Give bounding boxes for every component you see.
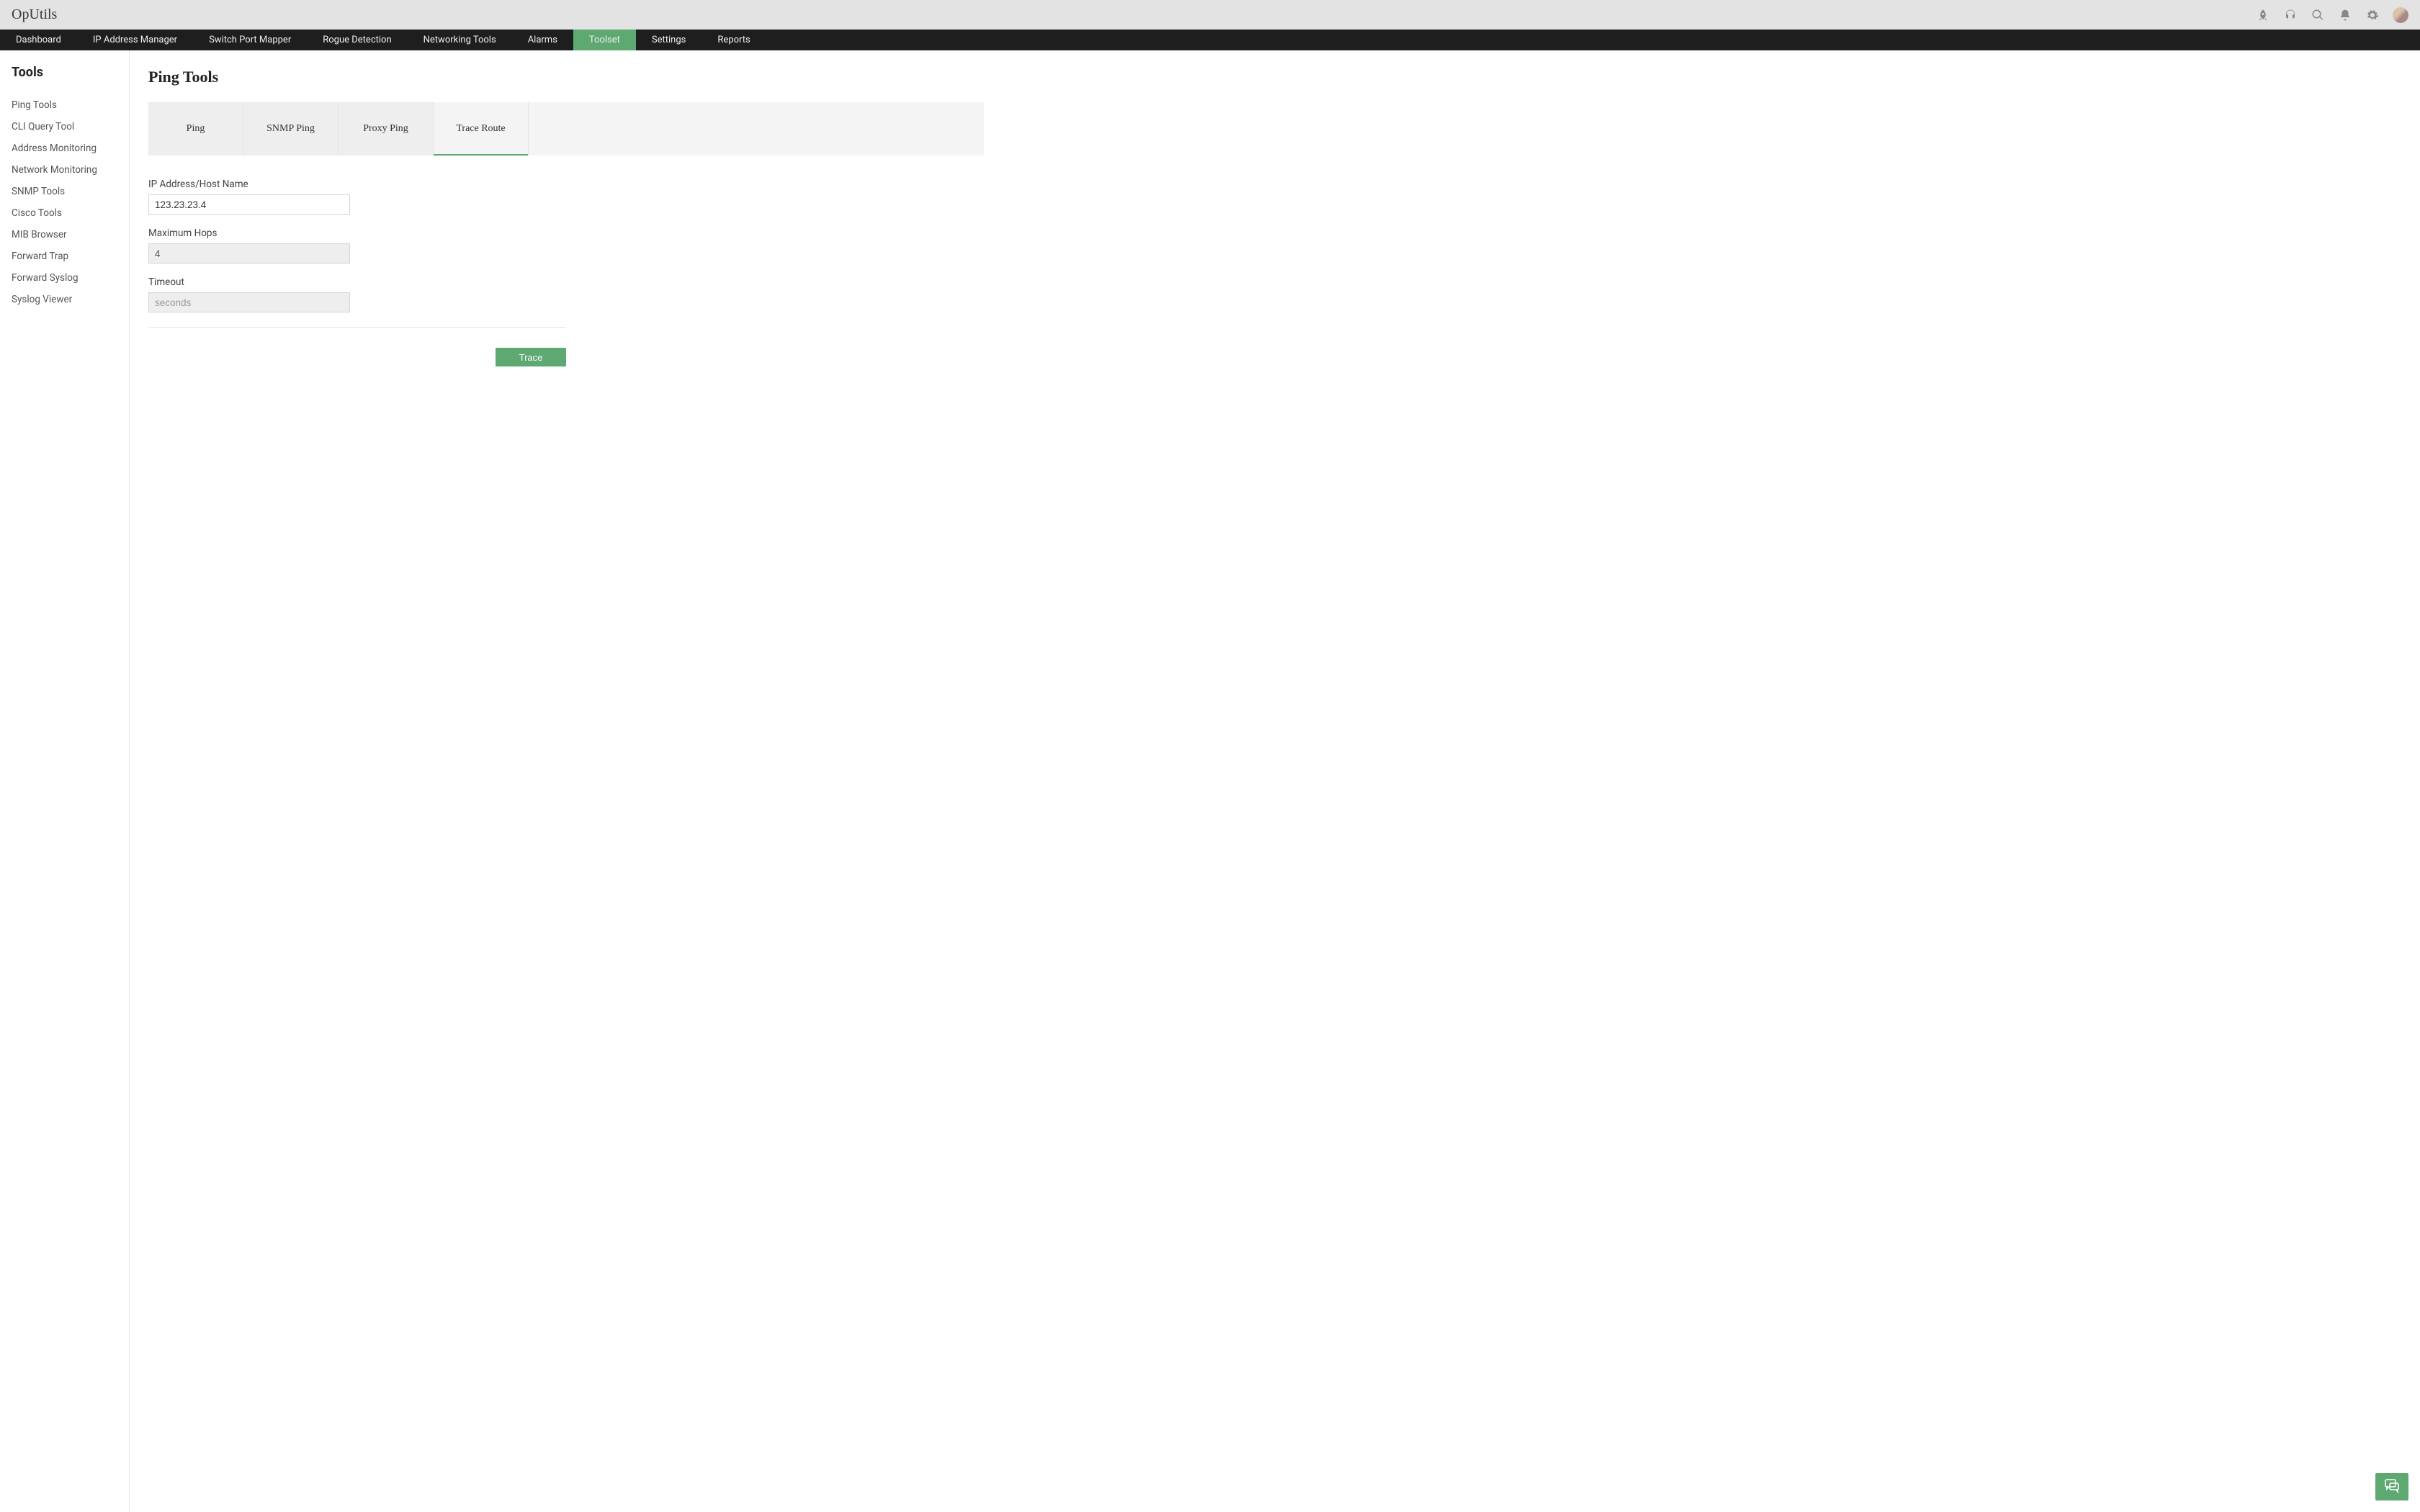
tabs-filler [529, 102, 984, 156]
tabs: Ping SNMP Ping Proxy Ping Trace Route [148, 102, 984, 156]
sidebar-item-syslog-viewer[interactable]: Syslog Viewer [12, 289, 129, 310]
ip-address-input[interactable] [148, 194, 350, 215]
chat-fab[interactable] [2375, 1473, 2408, 1500]
trace-button[interactable]: Trace [496, 348, 566, 366]
search-icon[interactable] [2311, 8, 2325, 22]
max-hops-input[interactable] [148, 243, 350, 264]
rocket-icon[interactable] [2256, 8, 2270, 22]
ip-address-label: IP Address/Host Name [148, 179, 566, 190]
gear-icon[interactable] [2365, 8, 2380, 22]
nav-dashboard[interactable]: Dashboard [0, 30, 77, 50]
timeout-label: Timeout [148, 276, 566, 288]
nav-switch-port-mapper[interactable]: Switch Port Mapper [193, 30, 307, 50]
form-divider [148, 327, 566, 328]
tab-ping[interactable]: Ping [148, 102, 243, 156]
trace-route-form: IP Address/Host Name Maximum Hops Timeou… [148, 179, 566, 366]
bell-icon[interactable] [2338, 8, 2352, 22]
sidebar: Tools Ping Tools CLI Query Tool Address … [0, 50, 130, 1512]
nav-reports[interactable]: Reports [702, 30, 766, 50]
sidebar-item-address-monitoring[interactable]: Address Monitoring [12, 138, 129, 159]
max-hops-label: Maximum Hops [148, 228, 566, 239]
main-nav: Dashboard IP Address Manager Switch Port… [0, 30, 2420, 50]
nav-alarms[interactable]: Alarms [512, 30, 573, 50]
nav-settings[interactable]: Settings [636, 30, 702, 50]
sidebar-item-ping-tools[interactable]: Ping Tools [12, 94, 129, 116]
topbar: OpUtils [0, 0, 2420, 30]
sidebar-item-forward-syslog[interactable]: Forward Syslog [12, 267, 129, 289]
brand: OpUtils [12, 6, 57, 23]
tab-trace-route[interactable]: Trace Route [434, 102, 529, 156]
sidebar-item-mib-browser[interactable]: MIB Browser [12, 224, 129, 246]
nav-rogue-detection[interactable]: Rogue Detection [307, 30, 407, 50]
tab-proxy-ping[interactable]: Proxy Ping [339, 102, 434, 156]
avatar[interactable] [2393, 7, 2408, 23]
headset-icon[interactable] [2283, 8, 2298, 22]
sidebar-item-cli-query-tool[interactable]: CLI Query Tool [12, 116, 129, 138]
sidebar-item-cisco-tools[interactable]: Cisco Tools [12, 202, 129, 224]
nav-ip-address-manager[interactable]: IP Address Manager [77, 30, 193, 50]
sidebar-item-network-monitoring[interactable]: Network Monitoring [12, 159, 129, 181]
sidebar-item-forward-trap[interactable]: Forward Trap [12, 246, 129, 267]
page-title: Ping Tools [148, 68, 2401, 86]
nav-networking-tools[interactable]: Networking Tools [408, 30, 512, 50]
tab-snmp-ping[interactable]: SNMP Ping [243, 102, 339, 156]
nav-toolset[interactable]: Toolset [573, 30, 636, 50]
timeout-input[interactable] [148, 292, 350, 312]
sidebar-item-snmp-tools[interactable]: SNMP Tools [12, 181, 129, 202]
topbar-icons [2256, 7, 2408, 23]
main-content: Ping Tools Ping SNMP Ping Proxy Ping Tra… [130, 50, 2420, 1512]
sidebar-title: Tools [12, 65, 129, 80]
chat-icon [2383, 1477, 2401, 1497]
